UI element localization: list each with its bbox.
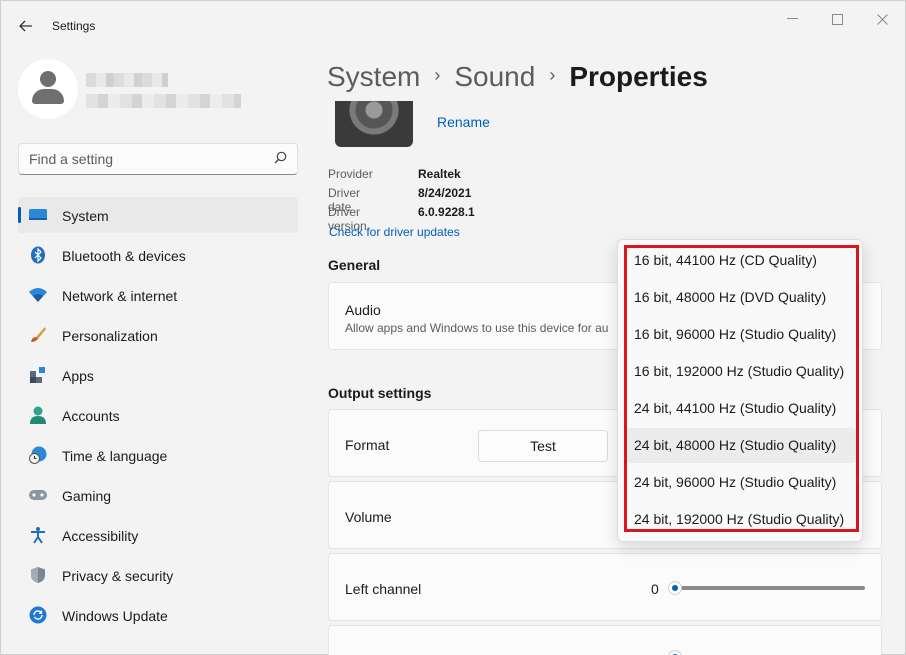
sidebar-item-label: Personalization [62,328,158,344]
refresh-icon [28,606,48,624]
sidebar-item-label: Time & language [62,448,168,464]
sidebar-item-label: Accessibility [62,528,139,544]
format-option[interactable]: 24 bit, 44100 Hz (Studio Quality) [626,391,856,426]
brush-icon [28,326,48,344]
volume-label: Volume [345,509,392,525]
person-icon [28,406,48,424]
app-title: Settings [52,19,96,33]
right-channel-slider-thumb[interactable] [668,650,682,655]
avatar-head [40,71,56,87]
property-value: 8/24/2021 [418,186,472,200]
sidebar-item-gaming[interactable]: Gaming [18,477,298,513]
gamepad-icon [28,486,48,504]
sidebar-item-time-language[interactable]: Time & language [18,437,298,473]
format-option-label: 16 bit, 96000 Hz (Studio Quality) [634,326,837,342]
format-option-label: 16 bit, 44100 Hz (CD Quality) [634,252,817,268]
format-option[interactable]: 24 bit, 48000 Hz (Studio Quality) [626,428,856,463]
title-bar: Settings [1,1,906,51]
sidebar-item-label: System [62,208,109,224]
property-value: Realtek [418,167,461,181]
settings-window: Settings System [0,0,906,655]
left-channel-label: Left channel [345,581,422,597]
format-option-label: 16 bit, 192000 Hz (Studio Quality) [634,363,845,379]
sidebar-item-label: Windows Update [62,608,168,624]
sidebar-item-accessibility[interactable]: Accessibility [18,517,298,553]
left-channel-card: Left channel 0 [328,553,882,621]
output-section-title: Output settings [328,385,432,401]
back-arrow-icon[interactable] [15,15,37,37]
property-value: 6.0.9228.1 [418,205,475,219]
apps-icon [28,366,48,384]
speaker-icon [335,101,413,147]
format-label: Format [345,437,390,453]
format-option[interactable]: 16 bit, 48000 Hz (DVD Quality) [626,280,856,315]
minimize-icon[interactable] [781,9,803,29]
rename-link[interactable]: Rename [437,114,490,130]
format-option[interactable]: 24 bit, 192000 Hz (Studio Quality) [626,502,856,537]
speaker-cone [349,101,399,135]
format-option-label: 24 bit, 192000 Hz (Studio Quality) [634,511,845,527]
format-option[interactable]: 16 bit, 96000 Hz (Studio Quality) [626,317,856,352]
sidebar-item-label: Privacy & security [62,568,174,584]
chevron-right-icon: › [549,64,556,85]
left-channel-value: 0 [651,581,659,597]
sidebar-item-privacy[interactable]: Privacy & security [18,557,298,593]
sidebar-item-windows-update[interactable]: Windows Update [18,597,298,633]
format-option-label: 24 bit, 44100 Hz (Studio Quality) [634,400,837,416]
search-icon[interactable] [274,151,287,167]
globe-clock-icon [28,446,48,464]
format-option-label: 24 bit, 96000 Hz (Studio Quality) [634,474,837,490]
format-option[interactable]: 24 bit, 96000 Hz (Studio Quality) [626,465,856,500]
search-input[interactable] [29,151,259,167]
close-icon[interactable] [871,9,893,29]
audio-subtitle: Allow apps and Windows to use this devic… [345,321,609,335]
sidebar-item-label: Accounts [62,408,120,424]
right-channel-card [328,625,882,655]
sidebar-item-label: Apps [62,368,94,384]
sidebar-nav: System Bluetooth & devices Network & int… [18,197,298,637]
sidebar-item-personalization[interactable]: Personalization [18,317,298,353]
sidebar-item-label: Network & internet [62,288,178,304]
maximize-icon[interactable] [826,9,848,29]
breadcrumb-sound[interactable]: Sound [454,61,535,93]
monitor-icon [28,206,48,224]
sidebar-item-bluetooth[interactable]: Bluetooth & devices [18,237,298,273]
format-option[interactable]: 16 bit, 192000 Hz (Studio Quality) [626,354,856,389]
format-option-label: 24 bit, 48000 Hz (Studio Quality) [634,437,837,453]
chevron-right-icon: › [434,64,441,85]
test-button[interactable]: Test [478,430,608,462]
format-option-label: 16 bit, 48000 Hz (DVD Quality) [634,289,827,305]
wifi-icon [28,286,48,304]
format-option[interactable]: 16 bit, 44100 Hz (CD Quality) [626,243,856,278]
sidebar-item-label: Bluetooth & devices [62,248,186,264]
sidebar-item-apps[interactable]: Apps [18,357,298,393]
breadcrumb: System › Sound › Properties [327,61,708,93]
left-channel-slider-track[interactable] [675,586,865,590]
shield-icon [28,566,48,584]
format-dropdown: 16 bit, 44100 Hz (CD Quality) 16 bit, 48… [617,239,863,542]
avatar-body [32,89,64,104]
sidebar-item-network[interactable]: Network & internet [18,277,298,313]
avatar[interactable] [18,59,78,119]
sidebar-item-accounts[interactable]: Accounts [18,397,298,433]
general-section-title: General [328,257,381,273]
check-driver-updates-link[interactable]: Check for driver updates [329,225,460,239]
user-name-redacted [86,73,168,87]
accessibility-icon [28,526,48,544]
bluetooth-icon [28,246,48,264]
page-title: Properties [569,61,708,92]
sidebar-item-system[interactable]: System [18,197,298,233]
audio-title: Audio [345,302,381,318]
sidebar-item-label: Gaming [62,488,112,504]
breadcrumb-system[interactable]: System [327,61,420,93]
property-key: Provider [328,167,373,181]
search-box[interactable] [18,143,298,175]
left-channel-slider-thumb[interactable] [668,581,682,595]
user-email-redacted [86,94,241,108]
